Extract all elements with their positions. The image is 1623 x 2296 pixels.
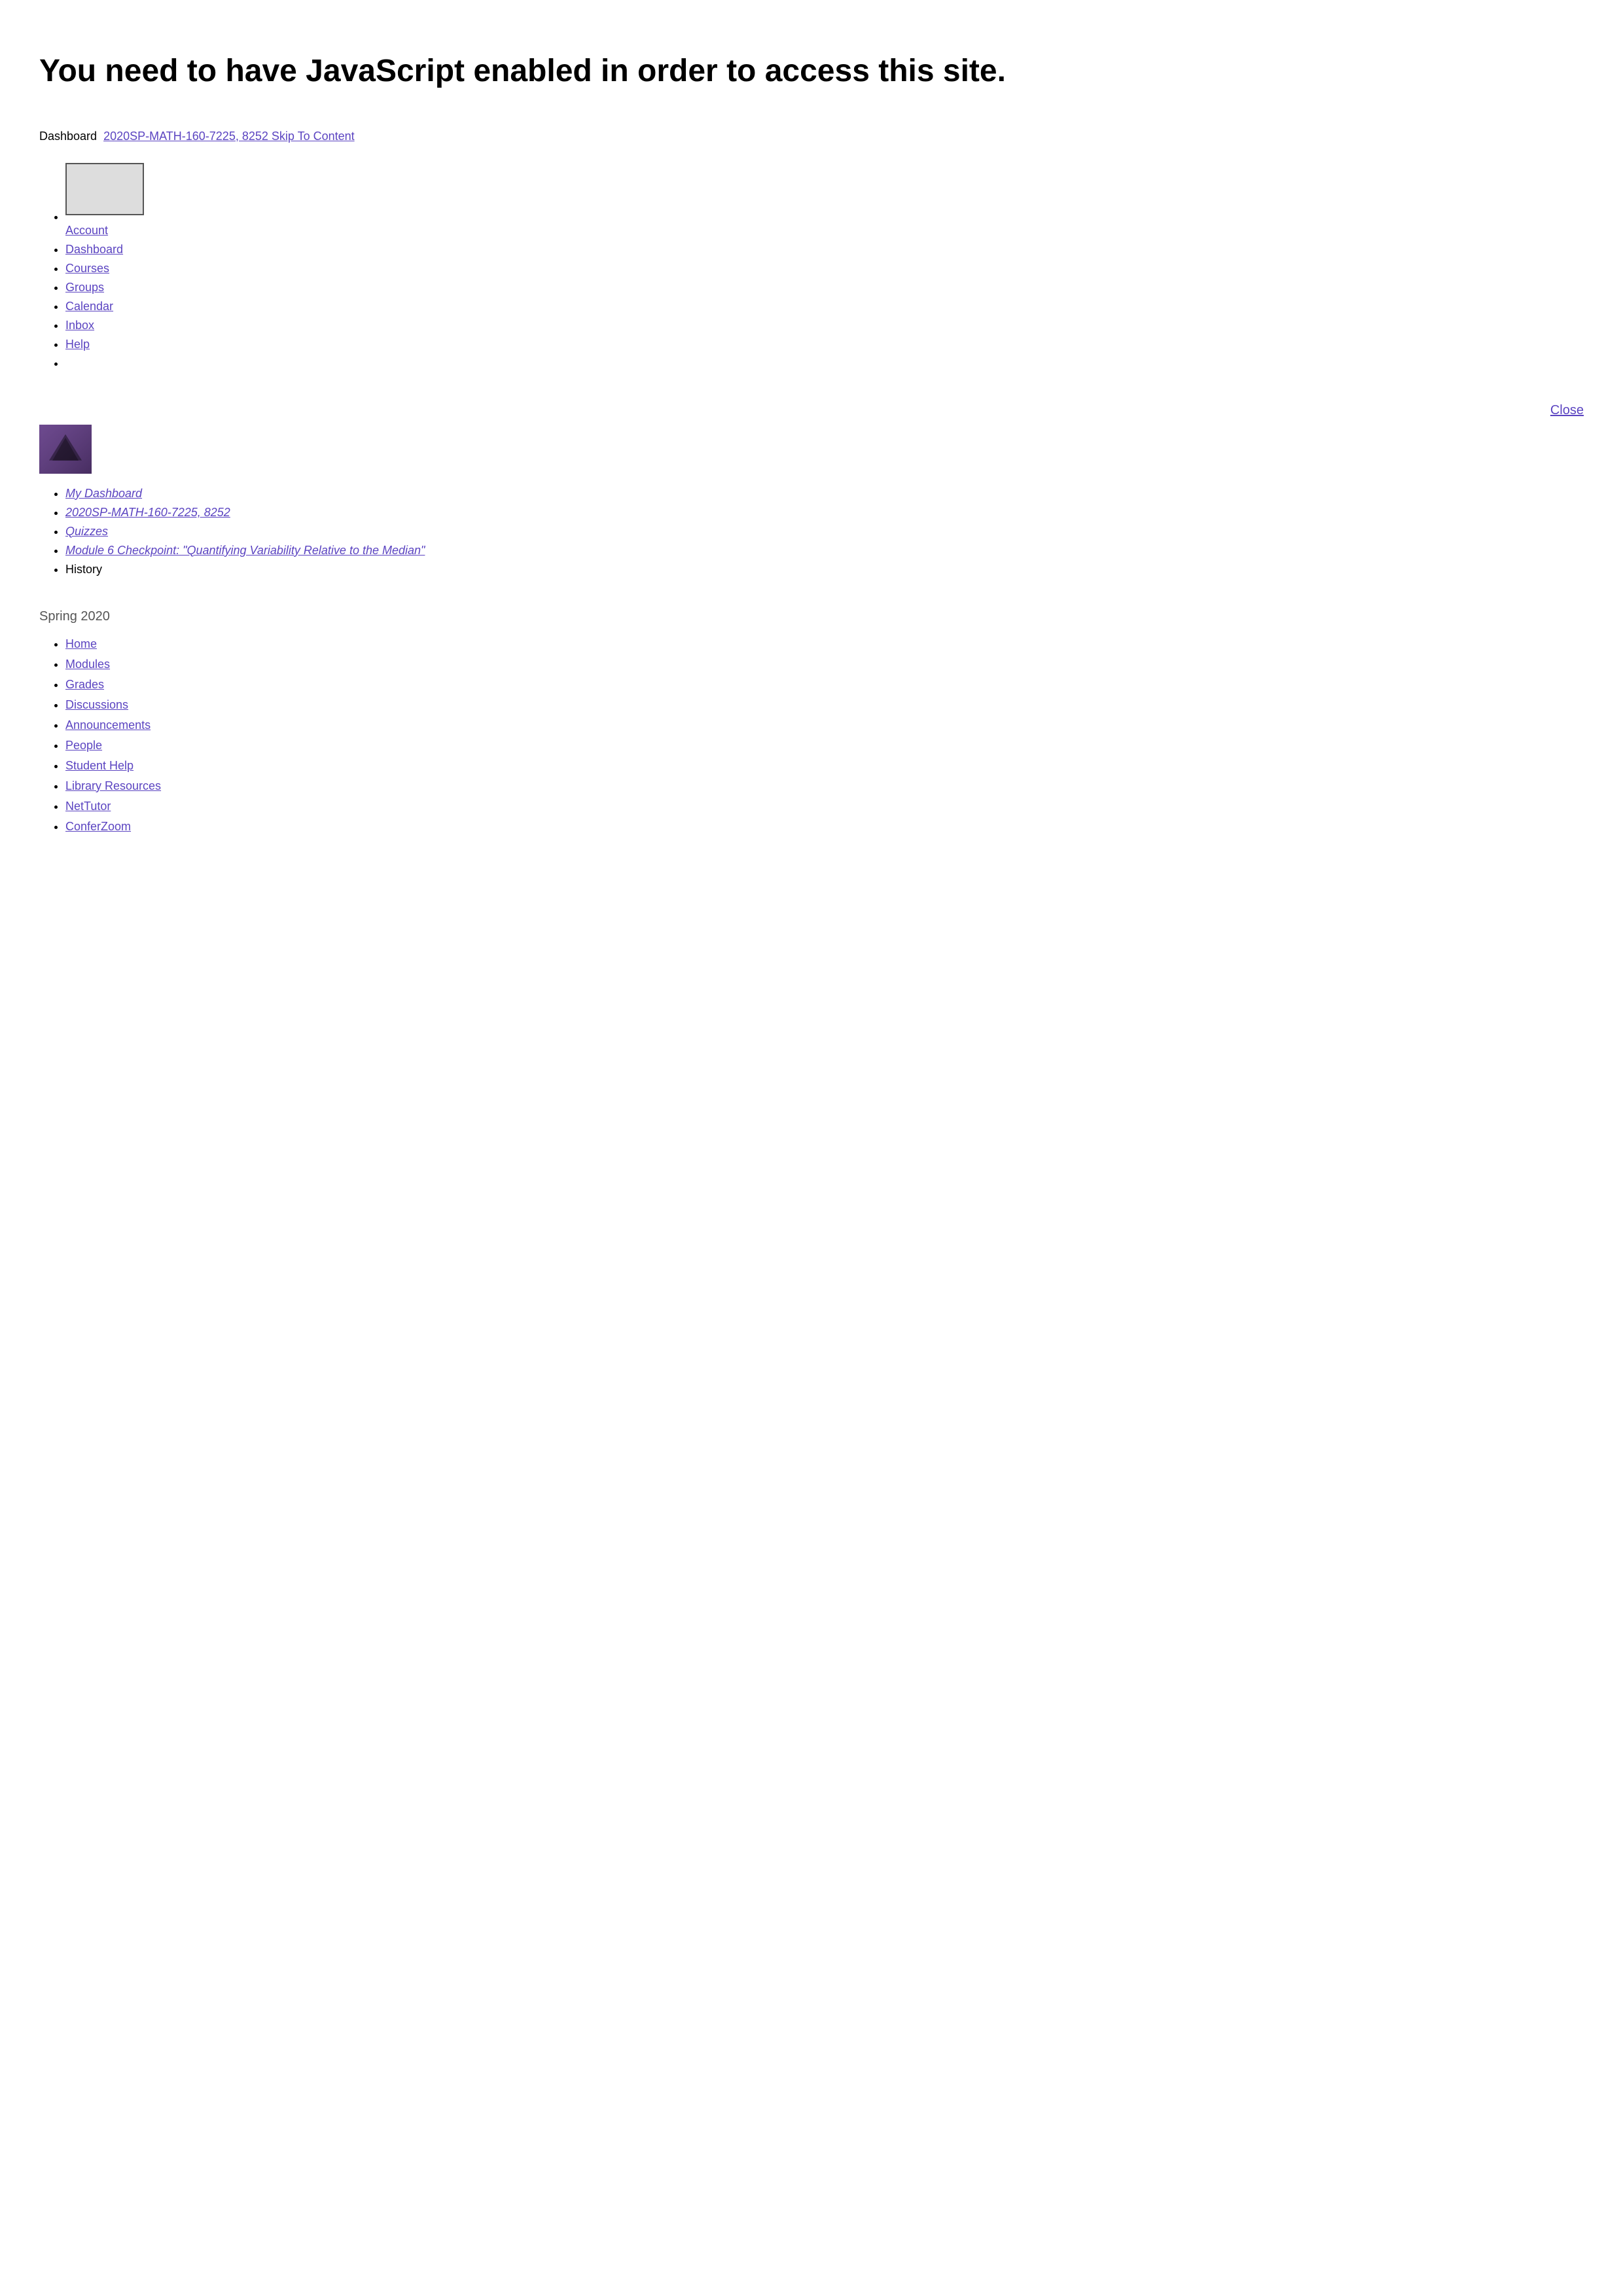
global-nav-calendar-item: Calendar bbox=[65, 300, 1584, 313]
modules-link[interactable]: Modules bbox=[65, 658, 110, 671]
close-button[interactable]: Close bbox=[1550, 403, 1584, 418]
dashboard-link[interactable]: Dashboard bbox=[65, 243, 123, 256]
course-nav-people: People bbox=[65, 739, 1584, 752]
course-avatar bbox=[39, 425, 92, 474]
module6-link[interactable]: Module 6 Checkpoint: "Quantifying Variab… bbox=[65, 544, 425, 557]
breadcrumb-item-history: History bbox=[65, 563, 1584, 576]
course-section-label: Spring 2020 bbox=[39, 609, 1584, 624]
global-nav-courses-item: Courses bbox=[65, 262, 1584, 275]
conferzoom-link[interactable]: ConferZoom bbox=[65, 820, 131, 833]
account-link[interactable]: Account bbox=[65, 224, 108, 237]
course-nav-home: Home bbox=[65, 637, 1584, 651]
avatar-placeholder bbox=[65, 163, 144, 215]
breadcrumb-item-my-dashboard: My Dashboard bbox=[65, 487, 1584, 501]
global-nav-avatar-item: Account bbox=[65, 163, 1584, 238]
global-nav: Account Dashboard Courses Groups Calenda… bbox=[39, 163, 1584, 370]
help-link[interactable]: Help bbox=[65, 338, 90, 351]
inbox-link[interactable]: Inbox bbox=[65, 319, 94, 332]
breadcrumb-section: My Dashboard 2020SP-MATH-160-7225, 8252 … bbox=[39, 487, 1584, 576]
breadcrumb-item-quizzes: Quizzes bbox=[65, 525, 1584, 539]
nettutor-link[interactable]: NetTutor bbox=[65, 800, 111, 813]
quizzes-link[interactable]: Quizzes bbox=[65, 525, 108, 538]
global-nav-dashboard-item: Dashboard bbox=[65, 243, 1584, 256]
groups-link[interactable]: Groups bbox=[65, 281, 104, 294]
course-nav-student-help: Student Help bbox=[65, 759, 1584, 773]
breadcrumb-course-link[interactable]: 2020SP-MATH-160-7225, 8252 Skip To Conte… bbox=[103, 130, 355, 143]
course-section: Spring 2020 Home Modules Grades Discussi… bbox=[39, 609, 1584, 834]
course-avatar-icon bbox=[39, 425, 92, 474]
discussions-link[interactable]: Discussions bbox=[65, 698, 128, 711]
global-nav-empty-item bbox=[65, 357, 1584, 370]
global-nav-list: Account Dashboard Courses Groups Calenda… bbox=[39, 163, 1584, 370]
course-nav-nettutor: NetTutor bbox=[65, 800, 1584, 813]
course-nav: Home Modules Grades Discussions Announce… bbox=[39, 637, 1584, 834]
history-label: History bbox=[65, 563, 102, 576]
my-dashboard-link[interactable]: My Dashboard bbox=[65, 487, 142, 500]
breadcrumb-item-course: 2020SP-MATH-160-7225, 8252 bbox=[65, 506, 1584, 520]
library-resources-link[interactable]: Library Resources bbox=[65, 779, 161, 792]
course-nav-list: Home Modules Grades Discussions Announce… bbox=[39, 637, 1584, 834]
course-nav-grades: Grades bbox=[65, 678, 1584, 692]
course-nav-announcements: Announcements bbox=[65, 718, 1584, 732]
courses-link[interactable]: Courses bbox=[65, 262, 109, 275]
grades-link[interactable]: Grades bbox=[65, 678, 104, 691]
breadcrumb-item-module6: Module 6 Checkpoint: "Quantifying Variab… bbox=[65, 544, 1584, 557]
course-nav-conferzoom: ConferZoom bbox=[65, 820, 1584, 834]
course-nav-discussions: Discussions bbox=[65, 698, 1584, 712]
course-link-nav[interactable]: 2020SP-MATH-160-7225, 8252 bbox=[65, 506, 230, 519]
people-link[interactable]: People bbox=[65, 739, 102, 752]
global-nav-groups-item: Groups bbox=[65, 281, 1584, 294]
course-nav-modules: Modules bbox=[65, 658, 1584, 671]
home-link[interactable]: Home bbox=[65, 637, 97, 650]
breadcrumb: Dashboard 2020SP-MATH-160-7225, 8252 Ski… bbox=[39, 130, 1584, 143]
breadcrumb-dashboard-label: Dashboard bbox=[39, 130, 97, 143]
js-warning-heading: You need to have JavaScript enabled in o… bbox=[39, 52, 1584, 90]
breadcrumb-nav-list: My Dashboard 2020SP-MATH-160-7225, 8252 … bbox=[39, 487, 1584, 576]
announcements-link[interactable]: Announcements bbox=[65, 718, 151, 732]
global-nav-inbox-item: Inbox bbox=[65, 319, 1584, 332]
close-area: Close bbox=[39, 397, 1584, 418]
calendar-link[interactable]: Calendar bbox=[65, 300, 113, 313]
course-nav-library-resources: Library Resources bbox=[65, 779, 1584, 793]
global-nav-help-item: Help bbox=[65, 338, 1584, 351]
student-help-link[interactable]: Student Help bbox=[65, 759, 134, 772]
